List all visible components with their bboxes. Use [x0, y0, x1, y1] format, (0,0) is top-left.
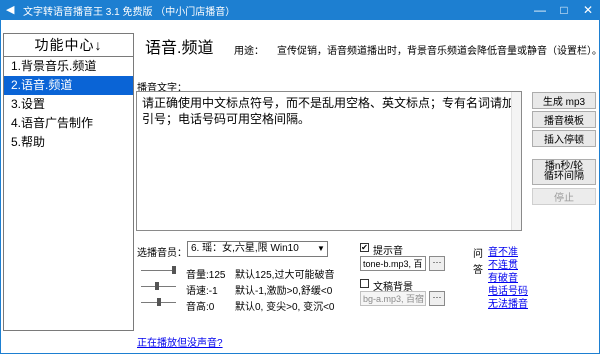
- sidebar-item-help[interactable]: 5.帮助: [4, 133, 133, 152]
- speed-slider[interactable]: [141, 282, 176, 290]
- text-bg-browse-button[interactable]: ···: [429, 291, 445, 306]
- maximize-button[interactable]: □: [552, 0, 576, 20]
- broadcast-text-area[interactable]: 请正确使用中文标点符号，而不是乱用空格、英文标点；专有名词请加引号；电话号码可用…: [136, 91, 522, 231]
- text-bg-checkbox[interactable]: [360, 279, 369, 288]
- sidebar-header: 功能中心↓: [4, 34, 133, 57]
- app-icon: ◀: [6, 4, 15, 16]
- volume-slider[interactable]: [141, 266, 176, 274]
- broadcast-text: 请正确使用中文标点符号，而不是乱用空格、英文标点；专有名词请加引号；电话号码可用…: [142, 96, 515, 126]
- title-bar: ◀ 文字转语音播音王 3.1 免费版 （中小门店播音） — □ ✕: [0, 0, 600, 20]
- volume-slider-track: [141, 270, 176, 271]
- window-title: 文字转语音播音王 3.1 免费版 （中小门店播音）: [23, 6, 236, 18]
- text-scrollbar[interactable]: [511, 92, 521, 230]
- prompt-sound-browse-button[interactable]: ···: [429, 256, 445, 271]
- usage-description: 宣传促销，语音频道播出时，背景音乐频道会降低音量或静音（设置栏）。: [277, 46, 600, 57]
- speed-slider-thumb[interactable]: [155, 282, 159, 290]
- volume-slider-thumb[interactable]: [172, 266, 176, 274]
- generate-mp3-button[interactable]: 生成 mp3: [532, 92, 596, 109]
- insert-pause-button[interactable]: 插入停顿: [532, 130, 596, 147]
- volume-label: 音量:125: [186, 270, 226, 281]
- pitch-slider-thumb[interactable]: [157, 298, 161, 306]
- prompt-sound-file-input[interactable]: tone-b.mp3, 百: [360, 256, 426, 271]
- pitch-label: 音高:0: [186, 302, 215, 313]
- prompt-sound-label: 提示音: [373, 246, 403, 257]
- voice-select-value: 6. 瑶：女,六星,限 Win10: [191, 243, 299, 254]
- sidebar-item-ad-maker[interactable]: 4.语音广告制作: [4, 114, 133, 133]
- minimize-button[interactable]: —: [528, 0, 552, 20]
- play-loop-label-2: 循环间隔: [544, 171, 584, 182]
- qa-question-label: 问: [473, 249, 483, 260]
- voice-select-label: 选播音员：: [137, 248, 187, 259]
- close-button[interactable]: ✕: [576, 0, 600, 20]
- chevron-down-icon[interactable]: ▼: [315, 242, 327, 256]
- text-bg-file-input[interactable]: bg-a.mp3, 百宿: [360, 291, 426, 306]
- pitch-description: 默认0, 变尖>0, 变沉<0: [235, 302, 335, 313]
- volume-description: 默认125,过大可能破音: [235, 270, 335, 281]
- template-button[interactable]: 播音模板: [532, 111, 596, 128]
- sidebar-item-bgm[interactable]: 1.背景音乐.频道: [4, 57, 133, 76]
- faq-link-cannot-play[interactable]: 无法播音: [488, 295, 528, 310]
- prompt-sound-checkbox[interactable]: ✔: [360, 243, 369, 252]
- speed-description: 默认-1,激励>0,舒缓<0: [235, 286, 333, 297]
- usage-label: 用途：: [234, 46, 264, 57]
- speed-label: 语速:-1: [186, 286, 218, 297]
- sidebar-item-voice[interactable]: 2.语音.频道: [4, 76, 133, 95]
- voice-select[interactable]: 6. 瑶：女,六星,限 Win10 ▼: [187, 241, 328, 257]
- sidebar-item-settings[interactable]: 3.设置: [4, 95, 133, 114]
- page-title: 语音.频道: [145, 40, 214, 57]
- no-sound-help-link[interactable]: 正在播放但没声音?: [137, 334, 223, 349]
- pitch-slider[interactable]: [141, 298, 176, 306]
- qa-answer-label: 答: [473, 265, 483, 276]
- play-loop-button[interactable]: 播n秒/轮 循环间隔: [532, 159, 596, 185]
- sidebar: 功能中心↓ 1.背景音乐.频道 2.语音.频道 3.设置 4.语音广告制作 5.…: [3, 33, 134, 331]
- stop-button[interactable]: 停止: [532, 188, 596, 205]
